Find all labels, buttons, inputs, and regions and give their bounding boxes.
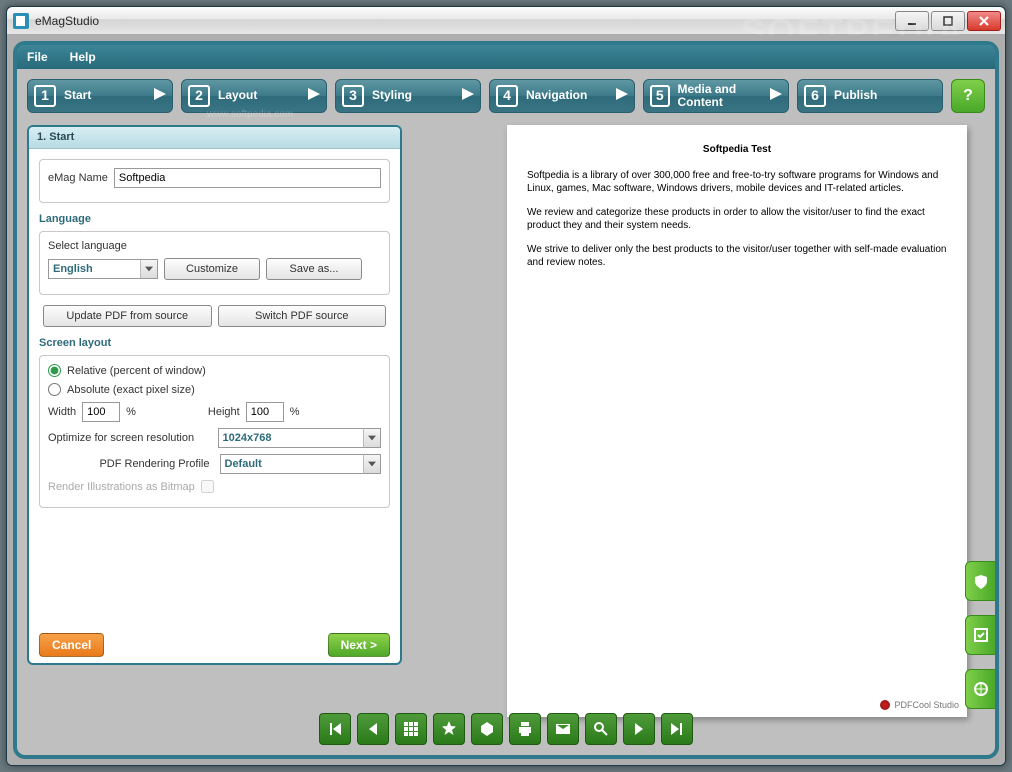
play-icon: [154, 88, 166, 103]
step-tabs: 1 Start 2 Layout 3 Styling 4 Navigation: [17, 69, 995, 113]
preview-footer-text: PDFCool Studio: [894, 699, 959, 711]
optimize-label: Optimize for screen resolution: [48, 432, 212, 444]
next-button[interactable]: [623, 713, 655, 745]
pdf-button[interactable]: [471, 713, 503, 745]
side-tab-2[interactable]: [965, 615, 995, 655]
step-label: Styling: [372, 89, 412, 102]
customize-button[interactable]: Customize: [164, 258, 260, 280]
bottom-toolbar: [17, 713, 995, 745]
saveas-button[interactable]: Save as...: [266, 258, 362, 280]
step-start[interactable]: 1 Start: [27, 79, 173, 113]
last-page-button[interactable]: [661, 713, 693, 745]
profile-select[interactable]: [220, 454, 382, 474]
preview-footer: PDFCool Studio: [880, 699, 959, 711]
chevron-down-icon[interactable]: [140, 259, 158, 279]
preview-paragraph: Softpedia is a library of over 300,000 f…: [527, 169, 947, 196]
preview-paragraph: We strive to deliver only the best produ…: [527, 243, 947, 270]
search-button[interactable]: [585, 713, 617, 745]
help-icon: ?: [963, 87, 973, 105]
radio-relative-label: Relative (percent of window): [67, 365, 206, 377]
update-pdf-button[interactable]: Update PDF from source: [43, 305, 212, 327]
thumbnails-button[interactable]: [395, 713, 427, 745]
height-unit: %: [290, 406, 300, 418]
step-num: 6: [804, 85, 826, 107]
width-unit: %: [126, 406, 136, 418]
window-frame: SOFTPEDIA eMagStudio File Help 1 Start: [6, 6, 1006, 766]
wizard-panel: 1. Start eMag Name Language Select langu…: [27, 125, 402, 665]
step-label: Layout: [218, 89, 257, 102]
watermark-url: www.softpedia.com: [207, 109, 293, 120]
app-icon: [13, 13, 29, 29]
play-icon: [616, 88, 628, 103]
switch-pdf-button[interactable]: Switch PDF source: [218, 305, 387, 327]
titlebar-title: eMagStudio: [35, 14, 99, 28]
email-button[interactable]: [547, 713, 579, 745]
titlebar[interactable]: eMagStudio: [7, 7, 1005, 35]
play-icon: [462, 88, 474, 103]
step-publish[interactable]: 6 Publish: [797, 79, 943, 113]
profile-label: PDF Rendering Profile: [48, 458, 214, 470]
optimize-select[interactable]: [218, 428, 382, 448]
pdf-logo-icon: [880, 700, 890, 710]
step-num: 4: [496, 85, 518, 107]
cancel-button[interactable]: Cancel: [39, 633, 104, 657]
step-num: 3: [342, 85, 364, 107]
next-button[interactable]: Next >: [328, 633, 390, 657]
help-tab[interactable]: ?: [951, 79, 985, 113]
step-styling[interactable]: 3 Styling: [335, 79, 481, 113]
radio-absolute-label: Absolute (exact pixel size): [67, 384, 195, 396]
step-label: Media and Content: [678, 83, 770, 109]
render-bitmap-checkbox: [201, 480, 214, 493]
bookmark-button[interactable]: [433, 713, 465, 745]
language-heading: Language: [39, 213, 390, 225]
prev-button[interactable]: [357, 713, 389, 745]
emag-name-input[interactable]: [114, 168, 381, 188]
radio-absolute[interactable]: [48, 383, 61, 396]
step-num: 1: [34, 85, 56, 107]
minimize-button[interactable]: [895, 11, 929, 31]
radio-relative[interactable]: [48, 364, 61, 377]
render-bitmap-label: Render Illustrations as Bitmap: [48, 481, 195, 493]
wizard-title: 1. Start: [29, 127, 400, 149]
menu-file[interactable]: File: [27, 50, 48, 64]
step-media[interactable]: 5 Media and Content: [643, 79, 789, 113]
emag-name-label: eMag Name: [48, 172, 108, 184]
play-icon: [770, 88, 782, 103]
menubar: File Help: [17, 45, 995, 69]
side-tab-3[interactable]: [965, 669, 995, 709]
print-button[interactable]: [509, 713, 541, 745]
step-label: Publish: [834, 89, 877, 102]
app-inner: File Help 1 Start 2 Layout 3 Styling: [13, 41, 999, 759]
height-input[interactable]: [246, 402, 284, 422]
chevron-down-icon[interactable]: [363, 454, 381, 474]
side-tabs: [965, 561, 995, 709]
screen-layout-heading: Screen layout: [39, 337, 390, 349]
select-language-label: Select language: [48, 240, 127, 252]
side-tab-1[interactable]: [965, 561, 995, 601]
height-label: Height: [208, 406, 240, 418]
document-preview: Softpedia Test Softpedia is a library of…: [507, 125, 967, 717]
close-button[interactable]: [967, 11, 1001, 31]
step-num: 2: [188, 85, 210, 107]
step-navigation[interactable]: 4 Navigation: [489, 79, 635, 113]
menu-help[interactable]: Help: [70, 50, 96, 64]
step-layout[interactable]: 2 Layout: [181, 79, 327, 113]
maximize-button[interactable]: [931, 11, 965, 31]
chevron-down-icon[interactable]: [363, 428, 381, 448]
step-label: Navigation: [526, 89, 587, 102]
width-label: Width: [48, 406, 76, 418]
step-label: Start: [64, 89, 91, 102]
step-num: 5: [650, 85, 670, 107]
width-input[interactable]: [82, 402, 120, 422]
preview-title: Softpedia Test: [527, 143, 947, 157]
first-page-button[interactable]: [319, 713, 351, 745]
play-icon: [308, 88, 320, 103]
preview-paragraph: We review and categorize these products …: [527, 206, 947, 233]
